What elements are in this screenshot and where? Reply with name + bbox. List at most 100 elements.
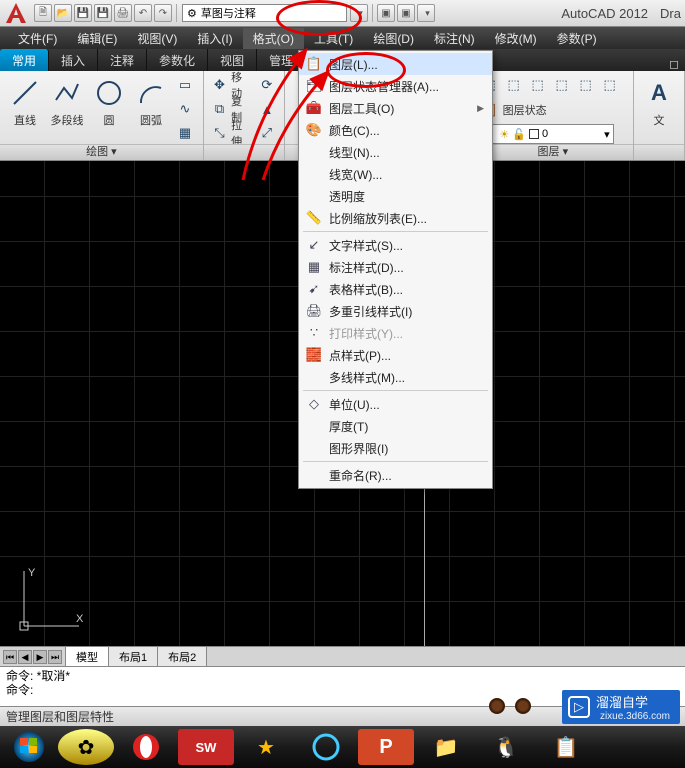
menu-item[interactable]: 🧱点样式(P)... [299, 344, 492, 366]
tab-home[interactable]: 常用 [0, 49, 49, 71]
menu-item-icon [303, 466, 325, 484]
layer-btn6-icon[interactable]: ⬚ [599, 74, 621, 96]
title-bar: 🗎 📂 💾 💾 🖨 ↶ ↷ ⚙ 草图与注释 ▣ ▣ AutoCAD 2012Dr… [0, 0, 685, 27]
layer-btn3-icon[interactable]: ⬚ [527, 74, 549, 96]
open-icon[interactable]: 📂 [54, 4, 72, 22]
svg-text:Y: Y [28, 567, 36, 579]
menu-item-label: 图形界限(I) [329, 440, 388, 457]
task-app2-icon[interactable]: ★ [238, 729, 294, 765]
tool-mirror-icon[interactable]: ▲ [256, 98, 278, 120]
ribbon-expand-icon[interactable]: ◻ [663, 57, 685, 71]
tool-spline-icon[interactable]: ∿ [174, 98, 196, 120]
menu-item-label: 点样式(P)... [329, 347, 391, 364]
menu-item[interactable]: 线型(N)... [299, 141, 492, 163]
window-btn1-icon[interactable]: ▣ [377, 4, 395, 22]
menu-item-icon [303, 143, 325, 161]
menu-parametric[interactable]: 参数(P) [547, 28, 607, 49]
menu-separator [303, 390, 488, 391]
menu-item[interactable]: 🗂图层状态管理器(A)... [299, 75, 492, 97]
tool-polyline[interactable]: 多段线 [48, 74, 86, 128]
layer-btn5-icon[interactable]: ⬚ [575, 74, 597, 96]
tab-parametric[interactable]: 参数化 [147, 49, 208, 71]
menu-item-label: 图层状态管理器(A)... [329, 78, 439, 95]
watermark-brand: 溜溜自学 [596, 692, 670, 711]
menu-item[interactable]: 厚度(T) [299, 415, 492, 437]
menu-item[interactable]: 多线样式(M)... [299, 366, 492, 388]
workspace-dropdown-icon[interactable] [350, 4, 368, 22]
menu-item[interactable]: ➹表格样式(B)... [299, 278, 492, 300]
window-btn2-icon[interactable]: ▣ [397, 4, 415, 22]
task-powerpoint-icon[interactable]: P [358, 729, 414, 765]
menu-insert[interactable]: 插入(I) [187, 28, 242, 49]
menu-item[interactable]: 透明度 [299, 185, 492, 207]
saveas-icon[interactable]: 💾 [94, 4, 112, 22]
app-logo-icon[interactable] [4, 1, 29, 26]
workspace-combo[interactable]: ⚙ 草图与注释 [182, 4, 347, 22]
tool-circle[interactable]: 圆 [90, 74, 128, 128]
menu-item[interactable]: 重命名(R)... [299, 464, 492, 486]
tool-stretch[interactable]: ⤡拉伸 [210, 122, 252, 144]
tool-rotate-icon[interactable]: ⟳ [256, 74, 278, 96]
menu-item-icon [303, 187, 325, 205]
menu-dimension[interactable]: 标注(N) [424, 28, 485, 49]
new-icon[interactable]: 🗎 [34, 4, 52, 22]
tab-layout1[interactable]: 布局1 [108, 646, 158, 668]
menu-edit[interactable]: 编辑(E) [67, 28, 127, 49]
tool-text[interactable]: A 文 [640, 74, 678, 128]
task-opera-icon[interactable] [118, 729, 174, 765]
layer-selector[interactable]: 💡 ☀ 🔓 0 ▾ [479, 124, 614, 144]
task-app3-icon[interactable]: 📋 [538, 729, 594, 765]
menu-modify[interactable]: 修改(M) [485, 28, 547, 49]
menu-item-icon [303, 165, 325, 183]
tab-layout2[interactable]: 布局2 [157, 646, 207, 668]
svg-text:X: X [76, 613, 84, 625]
redo-icon[interactable]: ↷ [154, 4, 172, 22]
chevron-down-icon: ▾ [604, 128, 610, 141]
task-app1-icon[interactable]: ✿ [58, 729, 114, 765]
menu-item[interactable]: 🖨多重引线样式(I) [299, 300, 492, 322]
menu-view[interactable]: 视图(V) [127, 28, 187, 49]
task-browser-icon[interactable] [298, 729, 354, 765]
menu-item-icon: 🗂 [303, 77, 325, 95]
qat-overflow-icon[interactable] [417, 4, 435, 22]
layer-btn2-icon[interactable]: ⬚ [503, 74, 525, 96]
menu-separator [303, 231, 488, 232]
menu-file[interactable]: 文件(F) [8, 28, 67, 49]
menu-item[interactable]: 📋图层(L)... [299, 53, 492, 75]
decor-icons [489, 698, 531, 714]
sun-icon: ☀ [499, 128, 509, 141]
menu-item[interactable]: ◇单位(U)... [299, 393, 492, 415]
menu-item[interactable]: 🧰图层工具(O)▶ [299, 97, 492, 119]
tab-annotate[interactable]: 注释 [98, 49, 147, 71]
layer-btn4-icon[interactable]: ⬚ [551, 74, 573, 96]
panel-layers-title[interactable]: 图层 ▾ [473, 144, 633, 160]
panel-draw-title[interactable]: 绘图 ▾ [0, 144, 203, 160]
tool-arc[interactable]: 圆弧 [132, 74, 170, 128]
menu-item[interactable]: 线宽(W)... [299, 163, 492, 185]
tool-scale-icon[interactable]: ⤢ [256, 122, 278, 144]
menu-item[interactable]: 图形界限(I) [299, 437, 492, 459]
menu-item-label: 单位(U)... [329, 396, 380, 413]
task-explorer-icon[interactable]: 📁 [418, 729, 474, 765]
start-button-icon[interactable] [4, 729, 54, 765]
tool-hatch-icon[interactable]: ▦ [174, 122, 196, 144]
menu-item[interactable]: ↙文字样式(S)... [299, 234, 492, 256]
print-icon[interactable]: 🖨 [114, 4, 132, 22]
tool-line[interactable]: 直线 [6, 74, 44, 128]
task-qq-icon[interactable]: 🐧 [478, 729, 534, 765]
menu-draw[interactable]: 绘图(D) [363, 28, 424, 49]
menu-item[interactable]: ▦标注样式(D)... [299, 256, 492, 278]
menu-tools[interactable]: 工具(T) [304, 28, 363, 49]
undo-icon[interactable]: ↶ [134, 4, 152, 22]
sheet-nav[interactable]: ⏮◀▶⏭ [0, 650, 65, 664]
menu-format[interactable]: 格式(O) [243, 28, 304, 49]
save-icon[interactable]: 💾 [74, 4, 92, 22]
menu-item[interactable]: 📏比例缩放列表(E)... [299, 207, 492, 229]
menu-item-icon: 📏 [303, 209, 325, 227]
task-solidworks-icon[interactable]: SW [178, 729, 234, 765]
tool-rect-icon[interactable]: ▭ [174, 74, 196, 96]
tab-model[interactable]: 模型 [65, 646, 109, 668]
tab-insert[interactable]: 插入 [49, 49, 98, 71]
menu-item[interactable]: 🎨颜色(C)... [299, 119, 492, 141]
tab-view[interactable]: 视图 [208, 49, 257, 71]
